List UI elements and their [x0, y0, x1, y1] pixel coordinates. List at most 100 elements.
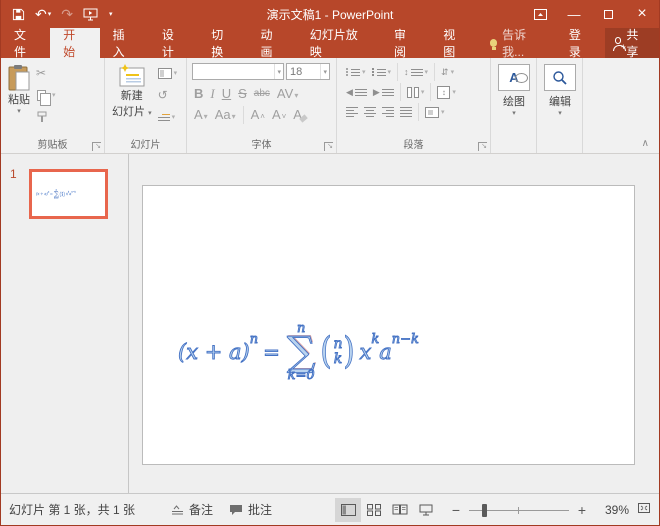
- slide-sorter-view-button[interactable]: [361, 498, 387, 522]
- drawing-button[interactable]: A 绘图 ▾: [494, 62, 534, 137]
- grow-font-button[interactable]: A˄: [251, 108, 265, 121]
- new-slide-button[interactable]: 新建 幻灯片 ▾: [108, 62, 156, 137]
- increase-indent-arrow-icon: ▶: [373, 87, 380, 98]
- tab-view[interactable]: 视图: [430, 28, 479, 58]
- align-center-button[interactable]: [364, 103, 376, 121]
- tab-transitions[interactable]: 切换: [198, 28, 247, 58]
- editing-button[interactable]: 编辑 ▾: [540, 62, 580, 137]
- justify-icon: [400, 107, 412, 117]
- zoom-slider[interactable]: [469, 503, 569, 517]
- divider: [434, 63, 435, 81]
- collapse-ribbon-button[interactable]: ∧: [642, 138, 649, 149]
- columns-icon: [407, 87, 419, 98]
- format-painter-button[interactable]: [36, 108, 56, 126]
- undo-button[interactable]: ↶ ▾: [32, 5, 54, 23]
- character-spacing-button[interactable]: AV▾: [277, 87, 298, 100]
- italic-button[interactable]: I: [210, 87, 214, 100]
- tab-home[interactable]: 开始: [50, 28, 99, 58]
- justify-button[interactable]: [400, 103, 412, 121]
- zoom-slider-thumb[interactable]: [482, 504, 487, 517]
- tab-review[interactable]: 审阅: [381, 28, 430, 58]
- ribbon-display-options-icon: [534, 9, 547, 20]
- layout-button[interactable]: ▾: [158, 64, 178, 82]
- paragraph-dialog-launcher[interactable]: ↘: [478, 142, 487, 151]
- fit-slide-to-window-button[interactable]: [637, 502, 651, 517]
- section-button[interactable]: ▾: [158, 108, 178, 126]
- magnifier-icon: [552, 70, 568, 86]
- minimize-button[interactable]: —: [557, 0, 591, 28]
- share-button[interactable]: 共享: [605, 28, 659, 58]
- reading-view-button[interactable]: [387, 498, 413, 522]
- columns-button[interactable]: ▾: [407, 83, 425, 101]
- font-size-combo[interactable]: 18 ▾: [286, 63, 330, 80]
- normal-view-button[interactable]: [335, 498, 361, 522]
- eq-equals: =: [50, 192, 53, 196]
- eq-binom-bottom: k: [334, 352, 342, 367]
- align-left-icon: [346, 107, 358, 117]
- notes-label: 备注: [189, 501, 213, 518]
- zoom-out-button[interactable]: −: [449, 502, 463, 518]
- shrink-font-button[interactable]: A˅: [272, 108, 286, 121]
- divider: [397, 63, 398, 81]
- maximize-button[interactable]: [591, 0, 625, 28]
- tab-slideshow[interactable]: 幻灯片放映: [297, 28, 381, 58]
- align-text-button[interactable]: ↕▾: [437, 83, 456, 101]
- numbering-button[interactable]: ▾: [372, 63, 392, 81]
- start-slideshow-button[interactable]: [80, 6, 101, 23]
- copy-button[interactable]: ▾: [36, 86, 56, 104]
- font-dialog-launcher[interactable]: ↘: [324, 142, 333, 151]
- increase-indent-button[interactable]: ▶: [373, 83, 394, 101]
- comments-button[interactable]: 批注: [221, 494, 280, 525]
- tab-insert[interactable]: 插入: [100, 28, 149, 58]
- customize-qat-button[interactable]: ▾: [105, 9, 116, 20]
- strikethrough-button[interactable]: S: [238, 87, 247, 100]
- convert-smartart-button[interactable]: ▾: [425, 103, 445, 121]
- bold-button[interactable]: B: [194, 87, 203, 100]
- clipboard-dialog-launcher[interactable]: ↘: [92, 142, 101, 151]
- equation-object[interactable]: (x + a)n = n∑k=0 (nk) xkan−k: [178, 322, 419, 382]
- status-bar: 幻灯片 第 1 张，共 1 张 备注 批注 −: [1, 493, 659, 525]
- reset-button[interactable]: ↺: [158, 86, 178, 104]
- redo-button[interactable]: ↷: [58, 5, 76, 23]
- font-name-combo[interactable]: ▾: [192, 63, 284, 80]
- slide-canvas[interactable]: (x + a)n = n∑k=0 (nk) xkan−k: [142, 185, 635, 465]
- slideshow-view-button[interactable]: [413, 498, 439, 522]
- notes-button[interactable]: 备注: [163, 494, 221, 525]
- clear-formatting-button[interactable]: A: [293, 108, 307, 121]
- align-center-icon: [364, 107, 376, 117]
- eq-lhs-sup: n: [250, 332, 258, 347]
- slides-small-buttons: ▾ ↺ ▾: [156, 62, 180, 137]
- text-shadow-button[interactable]: abc: [254, 89, 270, 99]
- zoom-percentage[interactable]: 39%: [595, 503, 629, 517]
- change-case-button[interactable]: Aa▾: [215, 108, 236, 121]
- ribbon-display-options-button[interactable]: [523, 0, 557, 28]
- tab-design[interactable]: 设计: [149, 28, 198, 58]
- normal-view-icon: [341, 504, 356, 516]
- text-direction-icon: ⇵: [441, 67, 449, 78]
- font-color-caret-icon: ▾: [204, 113, 208, 121]
- sign-in-button[interactable]: 登录: [556, 28, 605, 58]
- tab-file[interactable]: 文件: [1, 28, 50, 58]
- line-spacing-button[interactable]: ↕▾: [404, 63, 428, 81]
- tell-me-box[interactable]: 告诉我...: [480, 28, 556, 58]
- save-button[interactable]: [9, 6, 28, 23]
- align-right-button[interactable]: [382, 103, 394, 121]
- align-left-button[interactable]: [346, 103, 358, 121]
- zoom-in-button[interactable]: +: [575, 502, 589, 518]
- decrease-indent-icon: [355, 89, 367, 96]
- decrease-indent-button[interactable]: ◀: [346, 83, 367, 101]
- tab-animations[interactable]: 动画: [247, 28, 296, 58]
- bullets-button[interactable]: ▾: [346, 63, 366, 81]
- paste-button[interactable]: 粘贴 ▾: [4, 62, 34, 137]
- layout-caret-icon: ▾: [174, 69, 178, 77]
- divider: [430, 83, 431, 101]
- underline-button[interactable]: U: [222, 87, 231, 100]
- cut-button[interactable]: ✂: [36, 64, 56, 82]
- character-spacing-label: AV: [277, 87, 293, 100]
- close-button[interactable]: ×: [625, 0, 659, 28]
- text-direction-button[interactable]: ⇵▾: [441, 63, 454, 81]
- font-color-button[interactable]: A▾: [194, 108, 208, 121]
- editing-caret-icon: ▾: [558, 109, 562, 117]
- new-slide-caret-icon: ▾: [148, 110, 152, 117]
- slide-thumbnail[interactable]: (x + a)n = n∑k=0 (nk) xkan−k: [29, 169, 108, 219]
